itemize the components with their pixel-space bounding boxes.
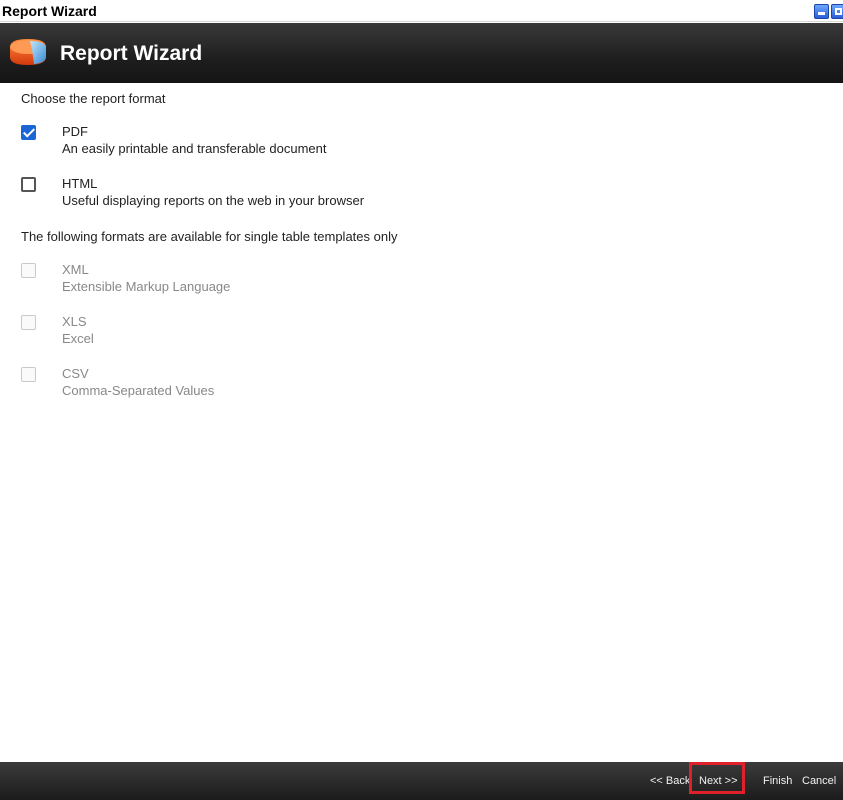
back-button[interactable]: << Back [650,775,690,787]
cancel-button[interactable]: Cancel [802,775,836,787]
option-name: HTML [62,176,98,191]
option-name: PDF [62,124,88,139]
maximize-icon[interactable] [831,4,843,19]
format-option-xls: XLS Excel [21,314,621,354]
window-title: Report Wizard [2,3,97,19]
pdf-checkbox[interactable] [21,125,36,140]
choose-format-label: Choose the report format [21,91,166,106]
option-description: Comma-Separated Values [62,383,215,398]
xml-checkbox [21,263,36,278]
html-checkbox[interactable] [21,177,36,192]
option-description: Useful displaying reports on the web in … [62,193,365,208]
xls-checkbox [21,315,36,330]
format-option-csv: CSV Comma-Separated Values [21,366,621,406]
option-name: XLS [62,314,87,329]
window-title-bar: Report Wizard [0,0,843,22]
option-description: Extensible Markup Language [62,279,231,294]
wizard-title: Report Wizard [60,42,203,65]
format-option-pdf[interactable]: PDF An easily printable and transferable… [21,124,621,164]
option-description: Excel [62,331,94,346]
minimize-icon[interactable] [814,4,829,19]
wizard-footer: << Back Next >> Finish Cancel [0,762,843,800]
format-option-html[interactable]: HTML Useful displaying reports on the we… [21,176,621,216]
next-button-highlight [689,762,745,794]
wizard-header: Report Wizard [0,23,843,83]
finish-button[interactable]: Finish [763,775,792,787]
csv-checkbox [21,367,36,382]
format-option-xml: XML Extensible Markup Language [21,262,621,302]
option-name: CSV [62,366,89,381]
single-table-formats-label: The following formats are available for … [21,229,398,244]
option-description: An easily printable and transferable doc… [62,141,327,156]
wizard-content: Choose the report format PDF An easily p… [0,83,843,762]
report-logo-icon [10,39,46,65]
option-name: XML [62,262,89,277]
